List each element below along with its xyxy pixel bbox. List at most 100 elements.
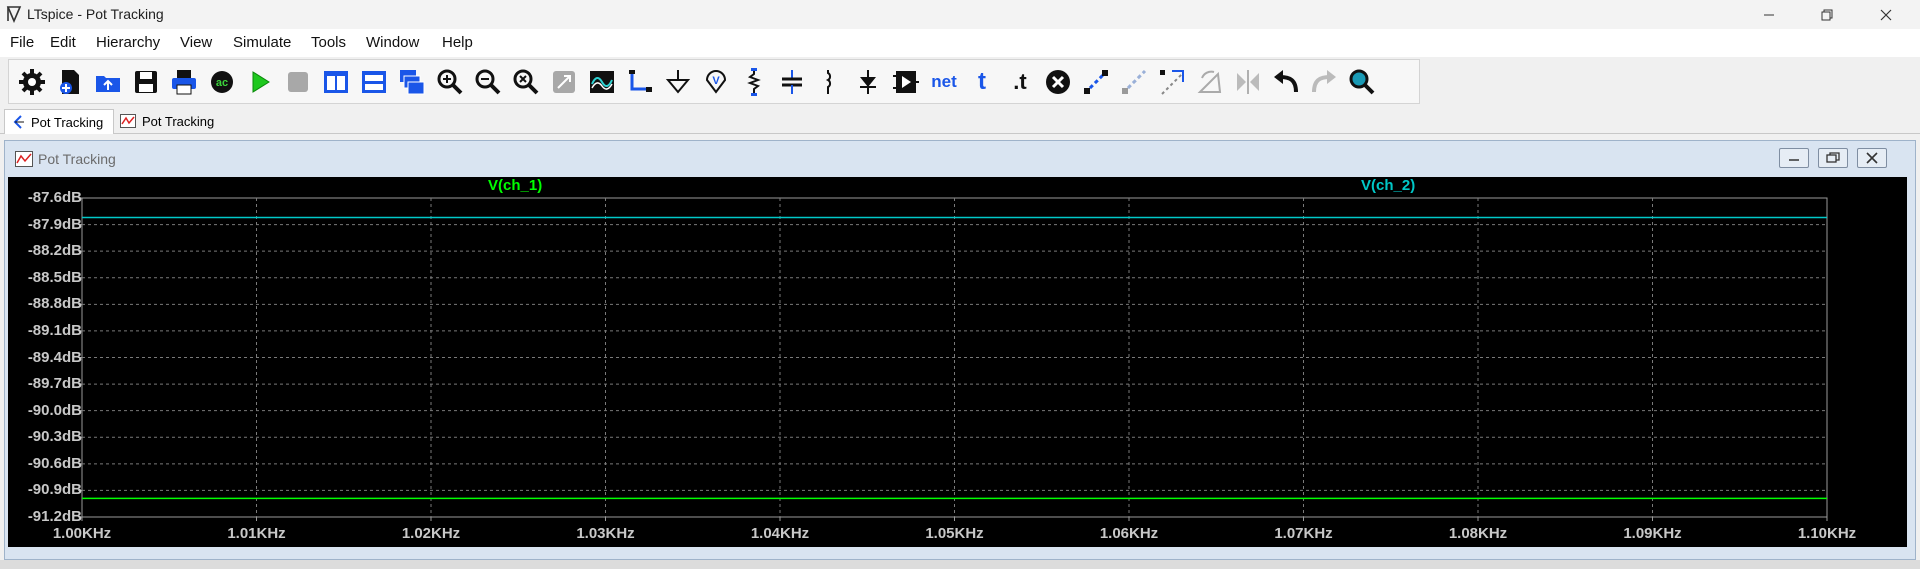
wire-icon [629, 70, 652, 92]
y-tick-label: -89.4dB [27, 348, 82, 366]
x-tick-label: 1.03KHz [576, 525, 635, 542]
open-button[interactable] [91, 65, 125, 99]
plot-area[interactable]: V(ch_1) V(ch_2) -87.6dB -87.9dB -88.2dB -88… [8, 177, 1907, 547]
x-tick-label: 1.02KHz [401, 525, 461, 542]
find-button[interactable] [1345, 65, 1379, 99]
zoom-extents-button[interactable] [547, 65, 581, 99]
menu-simulate[interactable]: Simulate [233, 34, 291, 51]
halt-button[interactable] [281, 65, 315, 99]
tile-vertical-button[interactable] [319, 65, 353, 99]
delete-button[interactable] [1041, 65, 1075, 99]
menu-tools[interactable]: Tools [311, 34, 346, 51]
tab-label: Pot Tracking [31, 114, 104, 130]
ac-analysis-button[interactable]: ac [205, 65, 239, 99]
save-icon [135, 71, 157, 93]
tab-waveform[interactable]: Pot Tracking [118, 109, 228, 133]
close-icon [1880, 9, 1892, 20]
y-tick-label: -90.0dB [27, 401, 82, 419]
new-schematic-button[interactable] [53, 65, 87, 99]
menu-bar: File Edit Hierarchy View Simulate Tools … [0, 29, 1920, 57]
ground-button[interactable] [661, 65, 695, 99]
x-tick-label: 1.04KHz [750, 525, 810, 542]
cascade-button[interactable] [395, 65, 429, 99]
ltspice-logo-icon [6, 6, 22, 23]
inductor-button[interactable] [813, 65, 847, 99]
tile-vertical-icon [324, 71, 348, 93]
plot-canvas [78, 197, 1828, 521]
text-button[interactable]: t [965, 65, 999, 99]
y-tick-label: -87.6dB [27, 189, 82, 206]
capacitor-button[interactable] [775, 65, 809, 99]
svg-text:V: V [712, 75, 720, 87]
cascade-icon [400, 70, 425, 95]
close-button[interactable] [1863, 0, 1909, 29]
restore-button[interactable] [1804, 0, 1850, 29]
menu-view[interactable]: View [180, 34, 212, 51]
move-button[interactable] [1117, 65, 1151, 99]
x-tick-label: 1.06KHz [1099, 525, 1159, 542]
minimize-button[interactable] [1746, 0, 1792, 29]
plot-window-icon [15, 151, 33, 167]
label-net-button[interactable]: V [699, 65, 733, 99]
save-button[interactable] [129, 65, 163, 99]
y-tick-label: -87.9dB [27, 215, 82, 233]
tile-horizontal-button[interactable] [357, 65, 391, 99]
plot-window-caption: Pot Tracking [5, 141, 1915, 177]
print-button[interactable] [167, 65, 201, 99]
zoom-in-button[interactable] [433, 65, 467, 99]
plot-minimize-button[interactable] [1779, 148, 1809, 168]
menu-edit[interactable]: Edit [50, 34, 76, 51]
undo-button[interactable] [1269, 65, 1303, 99]
resistor-button[interactable] [737, 65, 771, 99]
menu-window[interactable]: Window [366, 34, 419, 51]
ac-run-icon: ac [211, 71, 233, 93]
window-title: LTspice - Pot Tracking [27, 6, 164, 22]
text-icon: t [978, 68, 986, 95]
control-panel-button[interactable] [15, 65, 49, 99]
spice-directive-button[interactable]: .t [1003, 65, 1037, 99]
y-tick-label: -88.8dB [27, 295, 82, 313]
duplicate-button[interactable] [1079, 65, 1113, 99]
move-icon [1121, 69, 1147, 95]
ground-icon [665, 70, 691, 94]
plot-restore-button[interactable] [1818, 148, 1848, 168]
x-tick-label: 1.00KHz [52, 525, 112, 542]
y-tick-label: -90.3dB [27, 428, 82, 446]
x-tick-label: 1.05KHz [925, 525, 984, 542]
zoom-fit-button[interactable] [509, 65, 543, 99]
mirror-button[interactable] [1231, 65, 1265, 99]
component-button[interactable] [889, 65, 923, 99]
spice-directive-icon: .t [1013, 69, 1027, 94]
y-tick-label: -89.1dB [27, 321, 82, 339]
mirror-icon [1237, 70, 1259, 94]
menu-hierarchy[interactable]: Hierarchy [96, 34, 160, 51]
find-icon [1349, 69, 1375, 95]
undo-icon [1274, 70, 1298, 93]
schematic-tab-icon [13, 115, 24, 129]
tab-label: Pot Tracking [142, 113, 215, 129]
redo-icon [1312, 70, 1336, 93]
waveform-button[interactable] [585, 65, 619, 99]
new-schematic-icon [60, 70, 79, 94]
close-icon [1866, 152, 1878, 164]
net-label-button[interactable]: net [927, 65, 961, 99]
tab-schematic[interactable]: Pot Tracking [4, 109, 114, 134]
resistor-icon [747, 68, 761, 96]
redo-button[interactable] [1307, 65, 1341, 99]
zoom-out-button[interactable] [471, 65, 505, 99]
inductor-icon [825, 70, 832, 94]
plot-close-button[interactable] [1857, 148, 1887, 168]
drag-icon [1160, 70, 1184, 95]
drag-button[interactable] [1155, 65, 1189, 99]
restore-icon [1821, 9, 1833, 20]
y-tick-label: -88.5dB [27, 268, 82, 286]
zoom-out-icon [475, 69, 501, 95]
rotate-button[interactable] [1193, 65, 1227, 99]
delete-icon [1046, 70, 1070, 94]
menu-file[interactable]: File [10, 34, 34, 51]
wire-button[interactable] [623, 65, 657, 99]
rotate-icon [1197, 70, 1222, 93]
menu-help[interactable]: Help [442, 34, 473, 51]
diode-button[interactable] [851, 65, 885, 99]
run-button[interactable] [243, 65, 277, 99]
